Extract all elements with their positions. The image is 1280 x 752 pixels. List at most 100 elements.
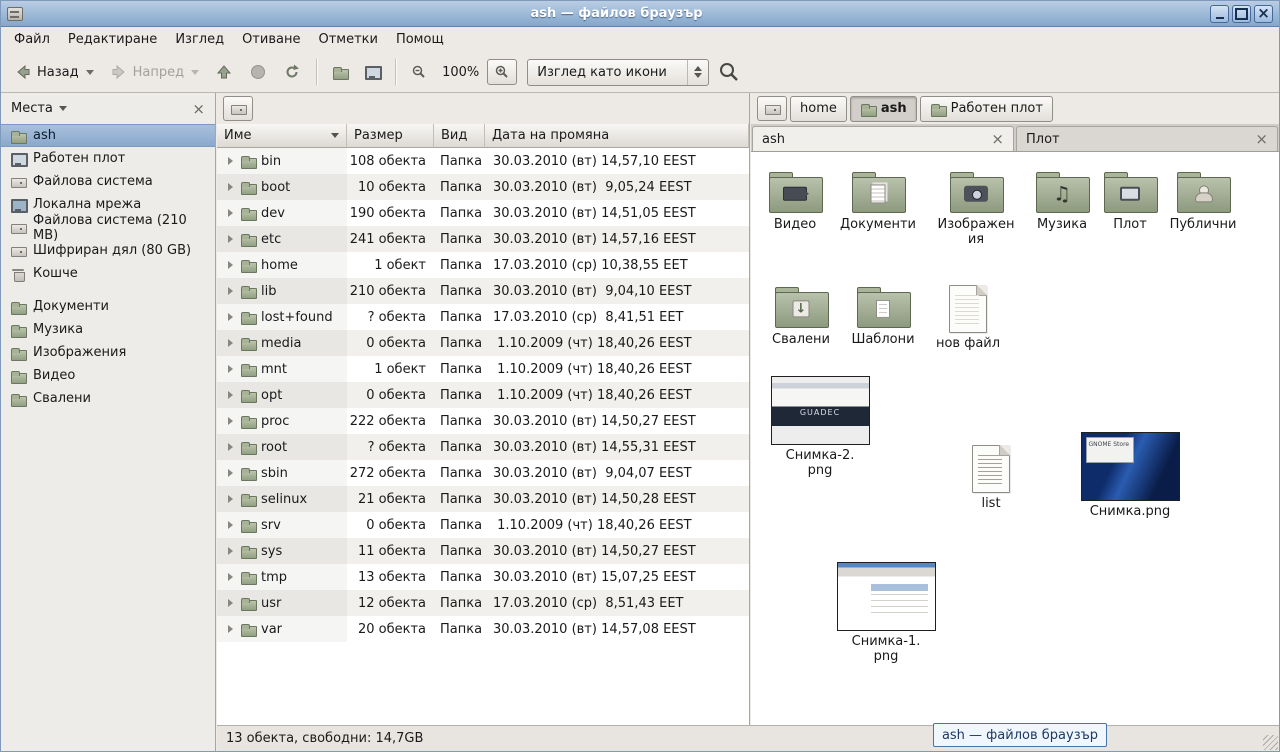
- row-expander-icon[interactable]: [228, 209, 233, 217]
- row-expander-icon[interactable]: [228, 573, 233, 581]
- table-row[interactable]: srv 0 обекта Папка 1.10.2009 (чт) 18,40,…: [217, 512, 749, 538]
- column-header-date[interactable]: Дата на промяна: [485, 124, 749, 148]
- tab[interactable]: Плот: [1016, 126, 1278, 151]
- row-expander-icon[interactable]: [228, 313, 233, 321]
- icon-view-item[interactable]: Свалени: [759, 283, 843, 348]
- menu-item[interactable]: Редактиране: [59, 29, 166, 50]
- forward-history-caret-icon[interactable]: [191, 70, 199, 75]
- row-expander-icon[interactable]: [228, 443, 233, 451]
- table-row[interactable]: home 1 обект Папка 17.03.2010 (ср) 10,38…: [217, 252, 749, 278]
- back-button[interactable]: Назад: [7, 58, 101, 86]
- table-row[interactable]: bin 108 обекта Папка 30.03.2010 (вт) 14,…: [217, 148, 749, 174]
- table-row[interactable]: lib 210 обекта Папка 30.03.2010 (вт) 9,0…: [217, 278, 749, 304]
- sidebar-item[interactable]: Файлова система (210 MB): [1, 216, 215, 239]
- row-expander-icon[interactable]: [228, 365, 233, 373]
- row-expander-icon[interactable]: [228, 521, 233, 529]
- sidebar-item[interactable]: Документи: [1, 295, 215, 318]
- computer-button[interactable]: [357, 59, 387, 85]
- icon-view-item[interactable]: list: [949, 445, 1033, 512]
- view-mode-select[interactable]: Изглед като икони: [527, 59, 709, 86]
- minimize-button[interactable]: [1210, 5, 1229, 23]
- home-button[interactable]: [325, 59, 355, 85]
- row-expander-icon[interactable]: [228, 391, 233, 399]
- search-button[interactable]: [711, 56, 747, 88]
- sidebar-item[interactable]: [1, 285, 215, 295]
- column-header-size[interactable]: Размер: [347, 124, 434, 148]
- row-expander-icon[interactable]: [228, 183, 233, 191]
- table-row[interactable]: opt 0 обекта Папка 1.10.2009 (чт) 18,40,…: [217, 382, 749, 408]
- icon-view-item[interactable]: Снимка.png: [1078, 432, 1182, 520]
- row-expander-icon[interactable]: [228, 339, 233, 347]
- sidebar-item[interactable]: Свалени: [1, 387, 215, 410]
- row-expander-icon[interactable]: [228, 625, 233, 633]
- row-expander-icon[interactable]: [228, 261, 233, 269]
- sidebar-item[interactable]: Работен плот: [1, 147, 215, 170]
- zoom-in-button[interactable]: [487, 59, 517, 85]
- icon-view-item[interactable]: Изображен ия: [934, 168, 1018, 248]
- tab[interactable]: ash: [752, 126, 1014, 151]
- icon-view-item[interactable]: нов файл: [926, 285, 1010, 352]
- row-expander-icon[interactable]: [228, 495, 233, 503]
- tab-close-icon[interactable]: [991, 130, 1004, 148]
- sidebar-item[interactable]: Изображения: [1, 341, 215, 364]
- menu-item[interactable]: Изглед: [166, 29, 233, 50]
- table-row[interactable]: media 0 обекта Папка 1.10.2009 (чт) 18,4…: [217, 330, 749, 356]
- sidebar-item[interactable]: Музика: [1, 318, 215, 341]
- table-row[interactable]: lost+found ? обекта Папка 17.03.2010 (ср…: [217, 304, 749, 330]
- sidebar-item[interactable]: Шифриран дял (80 GB): [1, 239, 215, 262]
- menu-item[interactable]: Файл: [5, 29, 59, 50]
- breadcrumb-button[interactable]: home: [790, 96, 847, 122]
- menu-item[interactable]: Помощ: [387, 29, 453, 50]
- icon-view-item[interactable]: Снимка-1. png: [834, 562, 938, 665]
- table-row[interactable]: root ? обекта Папка 30.03.2010 (вт) 14,5…: [217, 434, 749, 460]
- row-expander-icon[interactable]: [228, 469, 233, 477]
- table-row[interactable]: selinux 21 обекта Папка 30.03.2010 (вт) …: [217, 486, 749, 512]
- resize-grip[interactable]: [1263, 735, 1278, 750]
- combo-stepper-icon[interactable]: [687, 60, 708, 85]
- menu-item[interactable]: Отиване: [233, 29, 309, 50]
- row-expander-icon[interactable]: [228, 157, 233, 165]
- table-row[interactable]: var 20 обекта Папка 30.03.2010 (вт) 14,5…: [217, 616, 749, 642]
- titlebar[interactable]: ash — файлов браузър: [1, 1, 1279, 27]
- menu-item[interactable]: Отметки: [309, 29, 386, 50]
- root-location-button[interactable]: [757, 96, 787, 121]
- table-row[interactable]: etc 241 обекта Папка 30.03.2010 (вт) 14,…: [217, 226, 749, 252]
- table-row[interactable]: dev 190 обекта Папка 30.03.2010 (вт) 14,…: [217, 200, 749, 226]
- reload-button[interactable]: [276, 58, 308, 86]
- sidebar-mode-caret-icon[interactable]: [59, 106, 67, 111]
- forward-button[interactable]: Напред: [103, 58, 206, 86]
- icon-view-item[interactable]: Документи: [836, 168, 920, 233]
- back-history-caret-icon[interactable]: [86, 70, 94, 75]
- icon-view-item[interactable]: Шаблони: [841, 283, 925, 348]
- row-expander-icon[interactable]: [228, 599, 233, 607]
- row-expander-icon[interactable]: [228, 417, 233, 425]
- icon-view-item[interactable]: Публични: [1161, 168, 1245, 233]
- sidebar-close-icon[interactable]: [192, 100, 205, 118]
- tab-close-icon[interactable]: [1255, 130, 1268, 148]
- table-row[interactable]: boot 10 обекта Папка 30.03.2010 (вт) 9,0…: [217, 174, 749, 200]
- breadcrumb-button[interactable]: ash: [850, 96, 917, 122]
- zoom-out-button[interactable]: [404, 59, 434, 85]
- root-location-button[interactable]: [223, 96, 253, 121]
- table-row[interactable]: proc 222 обекта Папка 30.03.2010 (вт) 14…: [217, 408, 749, 434]
- icon-view-item[interactable]: Видео: [753, 168, 837, 233]
- stop-button[interactable]: [242, 58, 274, 86]
- table-row[interactable]: tmp 13 обекта Папка 30.03.2010 (вт) 15,0…: [217, 564, 749, 590]
- sidebar-item[interactable]: Кошче: [1, 262, 215, 285]
- column-header-name[interactable]: Име: [217, 124, 347, 148]
- table-row[interactable]: usr 12 обекта Папка 17.03.2010 (ср) 8,51…: [217, 590, 749, 616]
- column-header-type[interactable]: Вид: [434, 124, 485, 148]
- row-expander-icon[interactable]: [228, 235, 233, 243]
- close-button[interactable]: [1254, 5, 1273, 23]
- table-row[interactable]: sys 11 обекта Папка 30.03.2010 (вт) 14,5…: [217, 538, 749, 564]
- table-row[interactable]: sbin 272 обекта Папка 30.03.2010 (вт) 9,…: [217, 460, 749, 486]
- sidebar-item[interactable]: ash: [1, 124, 215, 147]
- up-button[interactable]: [208, 58, 240, 86]
- row-expander-icon[interactable]: [228, 287, 233, 295]
- table-row[interactable]: mnt 1 обект Папка 1.10.2009 (чт) 18,40,2…: [217, 356, 749, 382]
- icon-view-item[interactable]: Снимка-2. png: [768, 376, 872, 479]
- sidebar-item[interactable]: Видео: [1, 364, 215, 387]
- row-expander-icon[interactable]: [228, 547, 233, 555]
- sidebar-item[interactable]: Файлова система: [1, 170, 215, 193]
- breadcrumb-button[interactable]: Работен плот: [920, 96, 1053, 122]
